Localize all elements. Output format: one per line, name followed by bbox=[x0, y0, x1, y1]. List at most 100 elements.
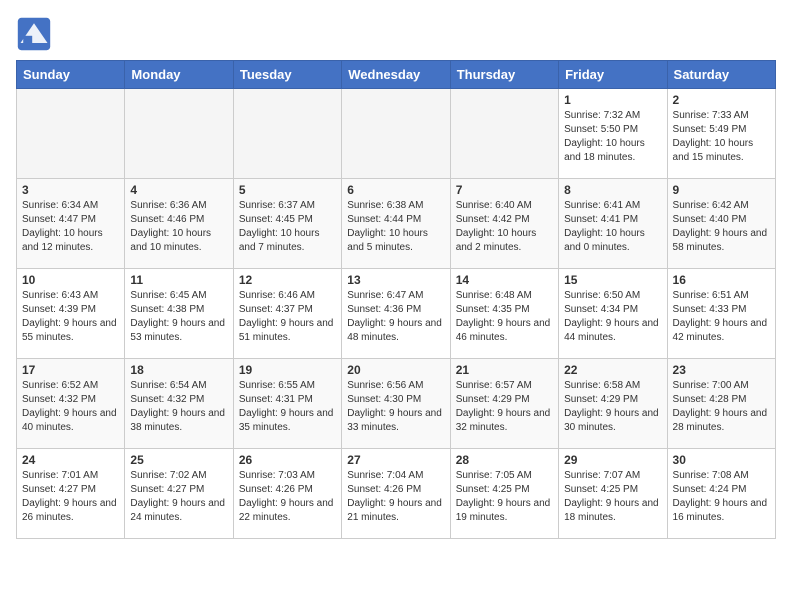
day-number: 2 bbox=[673, 93, 770, 107]
day-info: Sunrise: 6:41 AM Sunset: 4:41 PM Dayligh… bbox=[564, 199, 661, 255]
calendar-week-5: 24 Sunrise: 7:01 AM Sunset: 4:27 PM Dayli… bbox=[17, 449, 776, 539]
day-number: 8 bbox=[564, 183, 661, 197]
day-number: 7 bbox=[456, 183, 553, 197]
day-info: Sunrise: 7:02 AM Sunset: 4:27 PM Dayligh… bbox=[130, 469, 227, 525]
day-number: 15 bbox=[564, 273, 661, 287]
day-info: Sunrise: 6:36 AM Sunset: 4:46 PM Dayligh… bbox=[130, 199, 227, 255]
day-info: Sunrise: 6:37 AM Sunset: 4:45 PM Dayligh… bbox=[239, 199, 336, 255]
weekday-header-monday: Monday bbox=[125, 61, 233, 89]
day-number: 11 bbox=[130, 273, 227, 287]
calendar-cell: 8 Sunrise: 6:41 AM Sunset: 4:41 PM Daylig… bbox=[559, 179, 667, 269]
page-header bbox=[16, 16, 776, 52]
day-number: 6 bbox=[347, 183, 444, 197]
day-info: Sunrise: 7:05 AM Sunset: 4:25 PM Dayligh… bbox=[456, 469, 553, 525]
calendar-cell: 25 Sunrise: 7:02 AM Sunset: 4:27 PM Dayli… bbox=[125, 449, 233, 539]
calendar-cell: 21 Sunrise: 6:57 AM Sunset: 4:29 PM Dayli… bbox=[450, 359, 558, 449]
calendar-cell: 11Sunrise: 6:45 AM Sunset: 4:38 PM Dayli… bbox=[125, 269, 233, 359]
calendar-cell: 24 Sunrise: 7:01 AM Sunset: 4:27 PM Dayli… bbox=[17, 449, 125, 539]
day-number: 3 bbox=[22, 183, 119, 197]
day-number: 29 bbox=[564, 453, 661, 467]
day-info: Sunrise: 6:34 AM Sunset: 4:47 PM Dayligh… bbox=[22, 199, 119, 255]
calendar-cell: 27 Sunrise: 7:04 AM Sunset: 4:26 PM Dayli… bbox=[342, 449, 450, 539]
logo-icon bbox=[16, 16, 52, 52]
day-info: Sunrise: 6:46 AM Sunset: 4:37 PM Dayligh… bbox=[239, 289, 336, 345]
calendar-cell: 26 Sunrise: 7:03 AM Sunset: 4:26 PM Dayli… bbox=[233, 449, 341, 539]
day-info: Sunrise: 7:04 AM Sunset: 4:26 PM Dayligh… bbox=[347, 469, 444, 525]
calendar-cell: 22 Sunrise: 6:58 AM Sunset: 4:29 PM Dayli… bbox=[559, 359, 667, 449]
calendar-cell bbox=[17, 89, 125, 179]
weekday-header-friday: Friday bbox=[559, 61, 667, 89]
calendar-cell: 18Sunrise: 6:54 AM Sunset: 4:32 PM Dayli… bbox=[125, 359, 233, 449]
calendar-cell: 28 Sunrise: 7:05 AM Sunset: 4:25 PM Dayli… bbox=[450, 449, 558, 539]
day-number: 5 bbox=[239, 183, 336, 197]
logo bbox=[16, 16, 56, 52]
day-number: 22 bbox=[564, 363, 661, 377]
day-number: 20 bbox=[347, 363, 444, 377]
weekday-header-wednesday: Wednesday bbox=[342, 61, 450, 89]
day-info: Sunrise: 6:42 AM Sunset: 4:40 PM Dayligh… bbox=[673, 199, 770, 255]
day-number: 12 bbox=[239, 273, 336, 287]
calendar-cell: 20Sunrise: 6:56 AM Sunset: 4:30 PM Dayli… bbox=[342, 359, 450, 449]
day-number: 18 bbox=[130, 363, 227, 377]
calendar-week-2: 3 Sunrise: 6:34 AM Sunset: 4:47 PM Daylig… bbox=[17, 179, 776, 269]
calendar-cell: 12 Sunrise: 6:46 AM Sunset: 4:37 PM Dayli… bbox=[233, 269, 341, 359]
day-info: Sunrise: 6:38 AM Sunset: 4:44 PM Dayligh… bbox=[347, 199, 444, 255]
calendar: SundayMondayTuesdayWednesdayThursdayFrid… bbox=[16, 60, 776, 539]
calendar-cell: 19Sunrise: 6:55 AM Sunset: 4:31 PM Dayli… bbox=[233, 359, 341, 449]
day-info: Sunrise: 6:48 AM Sunset: 4:35 PM Dayligh… bbox=[456, 289, 553, 345]
day-info: Sunrise: 6:50 AM Sunset: 4:34 PM Dayligh… bbox=[564, 289, 661, 345]
day-number: 30 bbox=[673, 453, 770, 467]
day-info: Sunrise: 6:58 AM Sunset: 4:29 PM Dayligh… bbox=[564, 379, 661, 435]
weekday-header-saturday: Saturday bbox=[667, 61, 775, 89]
calendar-cell: 3 Sunrise: 6:34 AM Sunset: 4:47 PM Daylig… bbox=[17, 179, 125, 269]
day-number: 24 bbox=[22, 453, 119, 467]
calendar-cell bbox=[233, 89, 341, 179]
day-info: Sunrise: 6:47 AM Sunset: 4:36 PM Dayligh… bbox=[347, 289, 444, 345]
calendar-cell: 17 Sunrise: 6:52 AM Sunset: 4:32 PM Dayli… bbox=[17, 359, 125, 449]
calendar-cell: 15 Sunrise: 6:50 AM Sunset: 4:34 PM Dayli… bbox=[559, 269, 667, 359]
calendar-week-1: 1 Sunrise: 7:32 AM Sunset: 5:50 PM Daylig… bbox=[17, 89, 776, 179]
day-number: 4 bbox=[130, 183, 227, 197]
day-number: 13 bbox=[347, 273, 444, 287]
calendar-cell: 14 Sunrise: 6:48 AM Sunset: 4:35 PM Dayli… bbox=[450, 269, 558, 359]
day-number: 25 bbox=[130, 453, 227, 467]
calendar-cell bbox=[342, 89, 450, 179]
day-info: Sunrise: 6:52 AM Sunset: 4:32 PM Dayligh… bbox=[22, 379, 119, 435]
day-number: 26 bbox=[239, 453, 336, 467]
day-info: Sunrise: 7:03 AM Sunset: 4:26 PM Dayligh… bbox=[239, 469, 336, 525]
day-info: Sunrise: 7:08 AM Sunset: 4:24 PM Dayligh… bbox=[673, 469, 770, 525]
day-info: Sunrise: 7:33 AM Sunset: 5:49 PM Dayligh… bbox=[673, 109, 770, 165]
day-number: 28 bbox=[456, 453, 553, 467]
calendar-cell: 5 Sunrise: 6:37 AM Sunset: 4:45 PM Daylig… bbox=[233, 179, 341, 269]
calendar-cell: 4 Sunrise: 6:36 AM Sunset: 4:46 PM Daylig… bbox=[125, 179, 233, 269]
calendar-cell bbox=[125, 89, 233, 179]
calendar-cell: 6 Sunrise: 6:38 AM Sunset: 4:44 PM Daylig… bbox=[342, 179, 450, 269]
day-info: Sunrise: 6:51 AM Sunset: 4:33 PM Dayligh… bbox=[673, 289, 770, 345]
calendar-cell: 13 Sunrise: 6:47 AM Sunset: 4:36 PM Dayli… bbox=[342, 269, 450, 359]
calendar-cell: 30 Sunrise: 7:08 AM Sunset: 4:24 PM Dayli… bbox=[667, 449, 775, 539]
calendar-cell: 10 Sunrise: 6:43 AM Sunset: 4:39 PM Dayli… bbox=[17, 269, 125, 359]
day-info: Sunrise: 7:00 AM Sunset: 4:28 PM Dayligh… bbox=[673, 379, 770, 435]
calendar-week-4: 17 Sunrise: 6:52 AM Sunset: 4:32 PM Dayli… bbox=[17, 359, 776, 449]
day-number: 21 bbox=[456, 363, 553, 377]
day-info: Sunrise: 7:01 AM Sunset: 4:27 PM Dayligh… bbox=[22, 469, 119, 525]
weekday-header-thursday: Thursday bbox=[450, 61, 558, 89]
calendar-header-row: SundayMondayTuesdayWednesdayThursdayFrid… bbox=[17, 61, 776, 89]
day-number: 27 bbox=[347, 453, 444, 467]
calendar-cell: 9Sunrise: 6:42 AM Sunset: 4:40 PM Daylig… bbox=[667, 179, 775, 269]
calendar-cell: 7Sunrise: 6:40 AM Sunset: 4:42 PM Daylig… bbox=[450, 179, 558, 269]
day-info: Sunrise: 6:43 AM Sunset: 4:39 PM Dayligh… bbox=[22, 289, 119, 345]
calendar-cell: 16Sunrise: 6:51 AM Sunset: 4:33 PM Dayli… bbox=[667, 269, 775, 359]
day-info: Sunrise: 7:32 AM Sunset: 5:50 PM Dayligh… bbox=[564, 109, 661, 165]
day-number: 17 bbox=[22, 363, 119, 377]
day-info: Sunrise: 6:55 AM Sunset: 4:31 PM Dayligh… bbox=[239, 379, 336, 435]
weekday-header-tuesday: Tuesday bbox=[233, 61, 341, 89]
day-info: Sunrise: 7:07 AM Sunset: 4:25 PM Dayligh… bbox=[564, 469, 661, 525]
day-number: 23 bbox=[673, 363, 770, 377]
day-number: 10 bbox=[22, 273, 119, 287]
day-number: 14 bbox=[456, 273, 553, 287]
day-info: Sunrise: 6:57 AM Sunset: 4:29 PM Dayligh… bbox=[456, 379, 553, 435]
calendar-cell: 1 Sunrise: 7:32 AM Sunset: 5:50 PM Daylig… bbox=[559, 89, 667, 179]
day-number: 1 bbox=[564, 93, 661, 107]
calendar-cell bbox=[450, 89, 558, 179]
